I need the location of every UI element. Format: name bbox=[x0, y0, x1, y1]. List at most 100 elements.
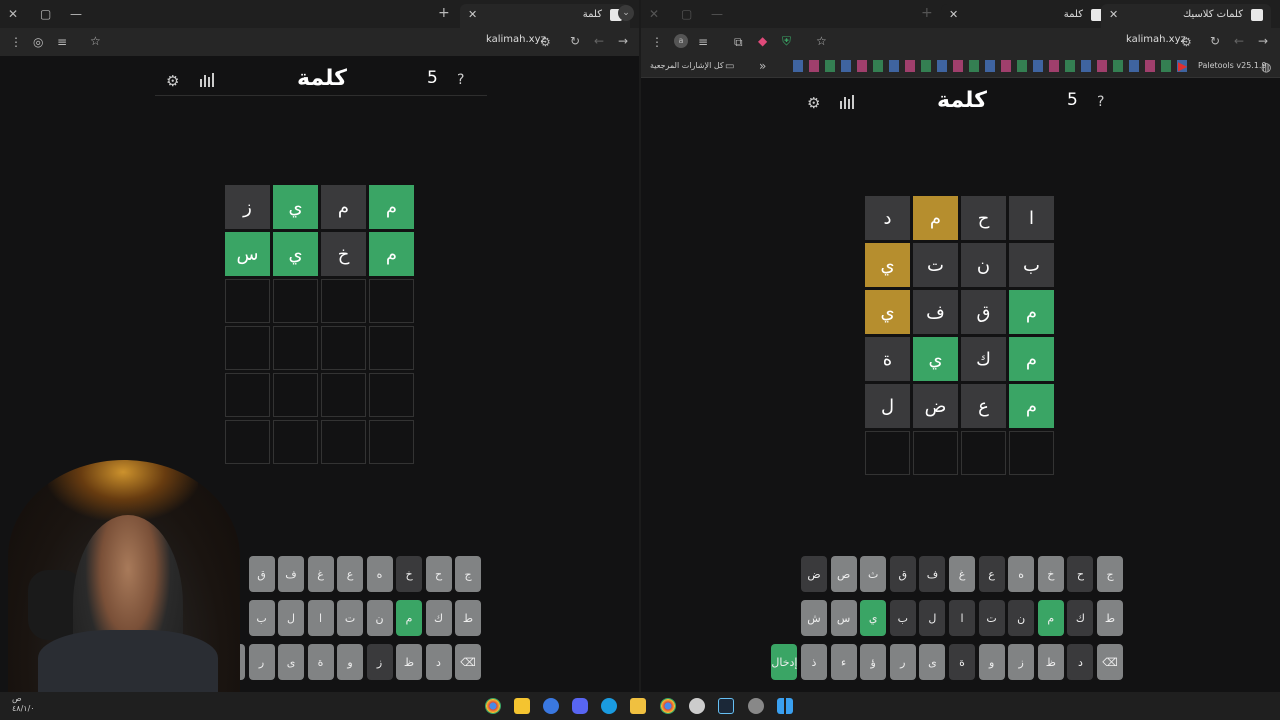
close-tab-icon[interactable]: ✕ bbox=[1109, 8, 1118, 21]
key[interactable]: ن bbox=[366, 600, 393, 636]
key[interactable]: ⌫ bbox=[455, 644, 481, 680]
tab-search-icon[interactable]: ⌄ bbox=[618, 5, 634, 21]
key[interactable]: ث bbox=[860, 556, 887, 592]
settings-icon[interactable]: ⚙ bbox=[166, 72, 182, 90]
reading-list-icon[interactable]: ≡ bbox=[698, 35, 708, 49]
key[interactable]: ه bbox=[366, 556, 393, 592]
all-bookmarks-folder[interactable]: كل الإشارات المرجعية bbox=[650, 61, 724, 70]
help-icon[interactable]: ? bbox=[1097, 94, 1113, 110]
key[interactable]: ش bbox=[801, 600, 827, 636]
key[interactable]: ب bbox=[889, 600, 916, 636]
menu-icon[interactable]: ⋮ bbox=[10, 35, 22, 49]
key[interactable]: و bbox=[978, 644, 1005, 680]
forward-icon[interactable]: ← bbox=[1234, 34, 1244, 48]
key[interactable]: ط bbox=[1097, 600, 1123, 636]
key[interactable]: ص bbox=[830, 556, 857, 592]
key[interactable]: ق bbox=[248, 556, 275, 592]
key[interactable]: ؤ bbox=[860, 644, 887, 680]
app-icon[interactable] bbox=[543, 698, 559, 714]
key[interactable]: و bbox=[337, 644, 363, 680]
key[interactable]: ض bbox=[801, 556, 827, 592]
windows-start-icon[interactable] bbox=[777, 698, 793, 714]
new-tab-icon[interactable]: + bbox=[438, 6, 450, 20]
new-tab-icon[interactable]: + bbox=[921, 6, 933, 20]
bookmark-star-icon[interactable]: ☆ bbox=[816, 34, 827, 48]
key[interactable]: ⌫ bbox=[1097, 644, 1123, 680]
menu-icon[interactable]: ⋮ bbox=[651, 35, 663, 49]
shield-icon[interactable]: ⛨ bbox=[782, 34, 791, 48]
stats-icon[interactable] bbox=[839, 94, 855, 110]
edge-icon[interactable] bbox=[601, 698, 617, 714]
tab-kalimah[interactable]: ✕ كلمة bbox=[941, 4, 1111, 28]
key[interactable]: ة bbox=[949, 644, 975, 680]
discord-icon[interactable] bbox=[572, 698, 588, 714]
chrome-icon[interactable] bbox=[485, 698, 501, 714]
reading-list-icon[interactable]: ≡ bbox=[57, 35, 67, 49]
key[interactable]: ت bbox=[978, 600, 1005, 636]
key[interactable]: ه bbox=[1008, 556, 1035, 592]
key[interactable]: ك bbox=[425, 600, 452, 636]
youtube-icon[interactable]: ▶ bbox=[1178, 59, 1187, 73]
back-icon[interactable]: → bbox=[1258, 34, 1268, 48]
stats-icon[interactable] bbox=[199, 72, 215, 88]
key[interactable]: ا bbox=[949, 600, 975, 636]
key[interactable]: ج bbox=[455, 556, 481, 592]
key[interactable]: ل bbox=[919, 600, 946, 636]
rockstar-icon[interactable] bbox=[514, 698, 530, 714]
key[interactable]: ط bbox=[455, 600, 481, 636]
key[interactable]: ك bbox=[1067, 600, 1094, 636]
key[interactable]: ظ bbox=[1037, 644, 1064, 680]
maximize-icon[interactable]: ▢ bbox=[40, 7, 51, 21]
tab-kalimat-classic[interactable]: ✕ كلمات كلاسيك bbox=[1101, 4, 1271, 28]
key[interactable]: خ bbox=[1037, 556, 1064, 592]
address-bar[interactable]: kalimah.xyz bbox=[1126, 34, 1186, 45]
settings-app-icon[interactable] bbox=[748, 698, 764, 714]
key[interactable]: ا bbox=[307, 600, 334, 636]
back-icon[interactable]: → bbox=[618, 34, 628, 48]
key[interactable]: ج bbox=[1097, 556, 1123, 592]
obs-icon[interactable] bbox=[689, 698, 705, 714]
key[interactable]: إدخال bbox=[771, 644, 797, 680]
profile-icon[interactable]: ◎ bbox=[33, 35, 43, 49]
file-explorer-icon[interactable] bbox=[630, 698, 646, 714]
close-window-icon[interactable]: ✕ bbox=[649, 7, 659, 21]
key[interactable]: ذ bbox=[801, 644, 827, 680]
minimize-icon[interactable]: — bbox=[70, 7, 82, 21]
key[interactable]: ز bbox=[1008, 644, 1035, 680]
bookmark-paletools[interactable]: Paletools v25.1.9 bbox=[1198, 61, 1267, 70]
minimize-icon[interactable]: — bbox=[711, 7, 723, 21]
key[interactable]: ح bbox=[1067, 556, 1094, 592]
key[interactable]: م bbox=[396, 600, 422, 636]
chrome-icon-2[interactable] bbox=[660, 698, 676, 714]
key[interactable]: ق bbox=[889, 556, 916, 592]
close-tab-icon[interactable]: ✕ bbox=[949, 8, 958, 21]
taskbar-clock[interactable]: ص ٤٨/١/٠ bbox=[12, 694, 36, 714]
key[interactable]: ي bbox=[860, 600, 887, 636]
extension-icon[interactable]: ◆ bbox=[758, 34, 767, 48]
key[interactable]: ن bbox=[1008, 600, 1035, 636]
address-bar[interactable]: kalimah.xyz bbox=[486, 34, 546, 45]
key[interactable]: ة bbox=[307, 644, 334, 680]
key[interactable]: ل bbox=[278, 600, 304, 636]
key[interactable]: ف bbox=[278, 556, 304, 592]
site-settings-icon[interactable]: ⚙ bbox=[540, 35, 551, 49]
key[interactable]: ع bbox=[337, 556, 363, 592]
key[interactable]: ء bbox=[830, 644, 857, 680]
key[interactable]: د bbox=[1067, 644, 1094, 680]
key[interactable]: ف bbox=[919, 556, 946, 592]
key[interactable]: ح bbox=[425, 556, 452, 592]
key[interactable]: ى bbox=[919, 644, 946, 680]
forward-icon[interactable]: ← bbox=[594, 34, 604, 48]
settings-icon[interactable]: ⚙ bbox=[807, 94, 823, 112]
key[interactable]: خ bbox=[396, 556, 422, 592]
bookmark-favicons[interactable] bbox=[793, 60, 1193, 72]
key[interactable]: ى bbox=[278, 644, 304, 680]
tab-kalimah[interactable]: ✕ كلمة bbox=[460, 4, 630, 28]
key[interactable]: د bbox=[425, 644, 452, 680]
reload-icon[interactable]: ↻ bbox=[1210, 34, 1220, 48]
bookmark-star-icon[interactable]: ☆ bbox=[90, 34, 101, 48]
maximize-icon[interactable]: ▢ bbox=[681, 7, 692, 21]
key[interactable]: غ bbox=[949, 556, 975, 592]
key[interactable]: ر bbox=[889, 644, 916, 680]
help-icon[interactable]: ? bbox=[457, 72, 473, 88]
